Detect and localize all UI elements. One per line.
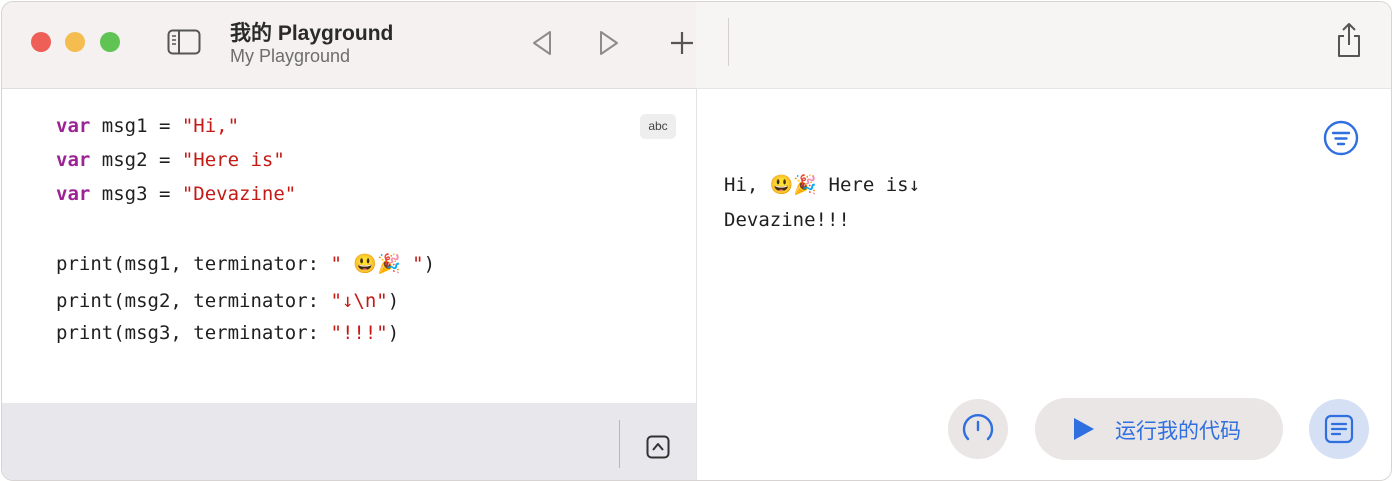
close-window-button[interactable] bbox=[31, 32, 51, 52]
run-code-label: 运行我的代码 bbox=[1115, 420, 1241, 443]
code-line[interactable]: var msg2 = "Here is" bbox=[56, 149, 285, 171]
code-line[interactable]: var msg1 = "Hi," bbox=[56, 115, 239, 137]
playground-window: 我的 Playground My Playground abc var msg1… bbox=[1, 1, 1392, 481]
code-text: print(msg2, terminator: bbox=[56, 290, 331, 312]
code-text: msg2 = bbox=[90, 149, 182, 171]
play-icon bbox=[1074, 418, 1094, 440]
string-literal: "!!!" bbox=[330, 322, 388, 344]
filter-icon[interactable] bbox=[1322, 119, 1360, 157]
keyword: var bbox=[56, 115, 91, 137]
run-code-button[interactable]: 运行我的代码 bbox=[1035, 398, 1283, 460]
window-subtitle: My Playground bbox=[230, 46, 351, 66]
window-title: 我的 Playground bbox=[230, 22, 394, 45]
toolbar-divider bbox=[728, 18, 729, 66]
zoom-window-button[interactable] bbox=[100, 32, 120, 52]
timer-button[interactable] bbox=[948, 399, 1008, 459]
string-literal: "↓\n" bbox=[330, 290, 388, 312]
code-line[interactable]: print(msg2, terminator: "↓\n") bbox=[56, 290, 399, 312]
keyword: var bbox=[56, 149, 91, 171]
console-toggle-button[interactable] bbox=[1309, 399, 1369, 459]
output-line: Devazine!!! bbox=[724, 209, 850, 231]
code-text: ) bbox=[387, 290, 400, 312]
code-line[interactable]: var msg3 = "Devazine" bbox=[56, 183, 296, 205]
abc-badge[interactable]: abc bbox=[640, 114, 676, 139]
plus-icon[interactable] bbox=[669, 30, 695, 56]
gauge-icon bbox=[962, 414, 994, 441]
sidebar-toggle-icon[interactable] bbox=[167, 29, 201, 55]
code-text: msg3 = bbox=[90, 183, 182, 205]
keyword: var bbox=[56, 183, 91, 205]
code-text: msg1 = bbox=[90, 115, 182, 137]
forward-arrow-icon[interactable] bbox=[598, 30, 620, 56]
string-literal: "Hi," bbox=[181, 115, 240, 137]
code-line[interactable]: print(msg3, terminator: "!!!") bbox=[56, 322, 399, 344]
console-icon bbox=[1324, 414, 1354, 444]
string-literal: " 😃🎉 " bbox=[330, 253, 424, 275]
editor-bottom-bar bbox=[2, 403, 696, 480]
string-literal: "Here is" bbox=[181, 149, 285, 171]
code-text: print(msg1, terminator: bbox=[56, 253, 331, 275]
minimize-window-button[interactable] bbox=[65, 32, 85, 52]
code-line[interactable]: print(msg1, terminator: " 😃🎉 ") bbox=[56, 252, 435, 275]
string-literal: "Devazine" bbox=[181, 183, 297, 205]
code-text: ) bbox=[423, 253, 436, 275]
expand-up-icon[interactable] bbox=[646, 435, 670, 459]
bottom-bar-divider bbox=[619, 420, 620, 468]
output-title-bar bbox=[696, 2, 1391, 89]
share-icon[interactable] bbox=[1335, 22, 1363, 58]
output-line: Hi, 😃🎉 Here is↓ bbox=[724, 174, 921, 196]
code-text: print(msg3, terminator: bbox=[56, 322, 331, 344]
back-arrow-icon[interactable] bbox=[531, 30, 553, 56]
code-text: ) bbox=[387, 322, 400, 344]
